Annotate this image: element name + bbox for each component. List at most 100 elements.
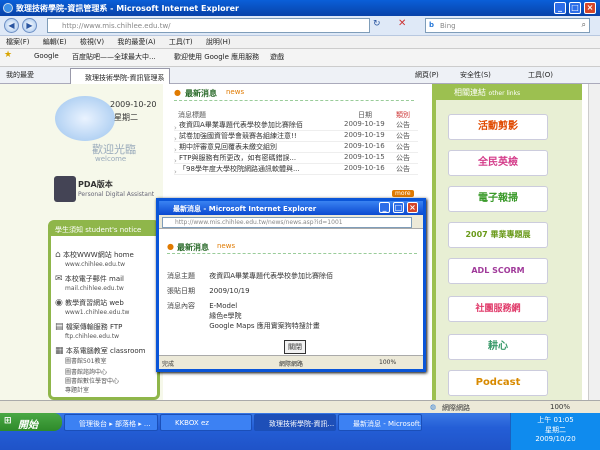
news-row-date: 2009-10-16 [344,164,385,172]
task-news-popup[interactable]: 最新消息 - Microsoft... [338,414,422,431]
link-gept[interactable]: 全民英檢 [448,150,548,176]
notice-ftp[interactable]: 檔案傳輸服務 FTP [66,323,123,331]
task-chihlee[interactable]: 致理技術學院-資訊... [254,414,336,431]
popup-close-button[interactable]: × [407,202,418,213]
popup-heading: 最新消息 [177,243,209,252]
task-kkbox[interactable]: KKBOX ez [160,414,252,431]
news-more-button[interactable]: more [392,190,414,197]
minimize-button[interactable]: _ [554,2,566,14]
fav-google-apps[interactable]: 歡迎使用 Google 應用服務 [174,52,259,62]
notice-classroom-sub[interactable]: 圖書館501教室 [65,358,106,365]
notice-title: 學生須知 [55,226,83,234]
url-text: http://www.mis.chihlee.edu.tw/ [62,22,171,30]
popup-content-row: 消息內容 E-Model 緣色e學院 Google Maps 應用實案狗特搜計畫 [167,301,417,331]
fav-baidu[interactable]: 百度貼吧——全球最大中... [72,52,156,62]
popup-minimize-button[interactable]: _ [379,202,390,213]
news-row-title[interactable]: 期中評審意見回覆表未繳交組別 [179,142,339,152]
fav-games[interactable]: 遊戲 [270,52,284,62]
popup-zoom[interactable]: 100% [379,359,396,366]
back-button[interactable]: ◀ [4,18,19,33]
notice-ftp-url[interactable]: ftp.chihlee.edu.tw [65,333,119,340]
news-row-title[interactable]: FTP與服務有所更改，如有密碼錯誤... [179,153,339,163]
moon-logo [55,96,115,141]
favorites-center-button[interactable]: 我的最愛 [6,70,34,80]
mail-icon: ✉ [55,274,63,284]
notice-classroom[interactable]: 本系電腦教室 classroom [66,347,146,355]
notice-home-url[interactable]: www.chihlee.edu.tw [65,261,125,268]
ie-icon [3,3,13,13]
home-icon: ⌂ [55,250,61,260]
notice-web-url[interactable]: www1.chihlee.edu.tw [65,309,129,316]
table-row[interactable]: › 夜資四A畢業專題代表學校參加比賽除佰 2009-10-19 公告 [174,120,418,132]
popup-url-input[interactable]: http://www.mis.chihlee.edu.tw/news/news.… [162,217,412,228]
popup-close-link[interactable]: 關閉 [284,340,306,354]
menu-tools[interactable]: 工具(T) [169,36,193,49]
close-button[interactable]: × [584,2,596,14]
forward-button[interactable]: ▶ [22,18,37,33]
globe-icon: ◍ [430,403,437,411]
link-podcast[interactable]: Podcast [448,370,548,396]
notice-web[interactable]: 教學資習網站 web [65,299,124,307]
table-row[interactable]: › FTP與服務有所更改，如有密碼錯誤... 2009-10-15 公告 [174,153,418,165]
welcome-en: welcome [95,155,127,163]
link-project-expo[interactable]: 2007 畢業專題展 [448,222,548,248]
link-e-newsletter[interactable]: 電子報掃 [448,186,548,212]
extra-link[interactable]: 圖書館諮詢中心 [65,368,160,377]
stop-icon[interactable]: ✕ [398,18,406,29]
menu-help[interactable]: 說明(H) [206,36,231,49]
menu-view[interactable]: 檢視(V) [80,36,104,49]
notice-home[interactable]: 本校WWW網站 home [63,251,134,259]
subject-value: 夜資四A畢業專題代表學校參加比賽除佰 [209,272,334,280]
windows-logo-icon: ⊞ [4,416,12,426]
date-label: 張貼日期 [167,287,195,295]
content-line: 緣色e學院 [209,312,242,320]
page-menu[interactable]: 網頁(P) [415,70,439,80]
web-icon: ◉ [55,298,63,308]
news-row-title[interactable]: 「98學年度大學校院網路通訊軟體與... [179,164,339,174]
link-adl-scorm[interactable]: ADL SCORM [448,258,548,284]
notice-mail[interactable]: 本校電子郵件 mail [65,275,124,283]
url-input[interactable]: http://www.mis.chihlee.edu.tw/ [47,18,370,33]
safety-menu[interactable]: 安全性(S) [460,70,491,80]
news-row-category: 公告 [396,165,410,173]
fav-google[interactable]: Google [34,52,59,60]
clock-time[interactable]: 上午 01:05 [511,415,600,425]
date-value: 2009/10/19 [209,287,250,295]
popup-maximize-button[interactable]: □ [393,202,404,213]
bing-icon: b [429,21,435,29]
menu-file[interactable]: 檔案(F) [6,36,30,49]
system-tray: 上午 01:05 星期二 2009/10/20 [510,413,600,450]
news-row-title[interactable]: 夜資四A畢業專題代表學校參加比賽除佰 [179,120,339,130]
start-button[interactable]: ⊞ 開始 [0,413,62,431]
classroom-icon: ▦ [55,346,64,356]
zoom-level[interactable]: 100% [550,403,570,411]
extra-link[interactable]: 圖書館數位學習中心 [65,377,160,386]
search-input[interactable]: b Bing ⌕ [425,18,590,33]
search-icon[interactable]: ⌕ [582,20,586,30]
refresh-icon[interactable]: ↻ [373,19,381,29]
table-row[interactable]: › 試卷加強國資管學會競賽各組練注意!! 2009-10-19 公告 [174,131,418,143]
link-activity-photos[interactable]: 活動剪影 [448,114,548,140]
ftp-icon: ▤ [55,322,64,332]
pda-label[interactable]: PDA版本 [78,179,113,190]
news-title: 最新消息 [185,89,217,98]
pda-icon[interactable] [54,176,76,202]
menu-edit[interactable]: 編輯(E) [43,36,67,49]
tools-menu[interactable]: 工具(O) [528,70,553,80]
news-row-title[interactable]: 試卷加強國資管學會競賽各組練注意!! [179,131,339,141]
task-blog-admin[interactable]: 管理後台 ▸ 部落格 ▸ ... [64,414,158,431]
notice-mail-url[interactable]: mail.chihlee.edu.tw [65,285,124,292]
table-row[interactable]: › 「98學年度大學校院網路通訊軟體與... 2009-10-16 公告 [174,164,418,176]
link-gengxin[interactable]: 耕心 [448,334,548,360]
extra-link[interactable]: 專題計室 [65,386,160,395]
links-title: 相關連結 [454,88,486,97]
menu-favorites[interactable]: 我的最愛(A) [117,36,155,49]
maximize-button[interactable]: □ [569,2,581,14]
tab-chihlee[interactable]: 致理技術學院-資訊管理系 [70,68,170,84]
news-row-category: 公告 [396,132,410,140]
table-row[interactable]: › 期中評審意見回覆表未繳交組別 2009-10-16 公告 [174,142,418,154]
vertical-scrollbar[interactable] [588,84,600,400]
tab-label: 致理技術學院-資訊管理系 [85,74,165,82]
link-club-service[interactable]: 社團服務網 [448,296,548,322]
favorites-star-icon[interactable]: ★ [4,50,12,60]
